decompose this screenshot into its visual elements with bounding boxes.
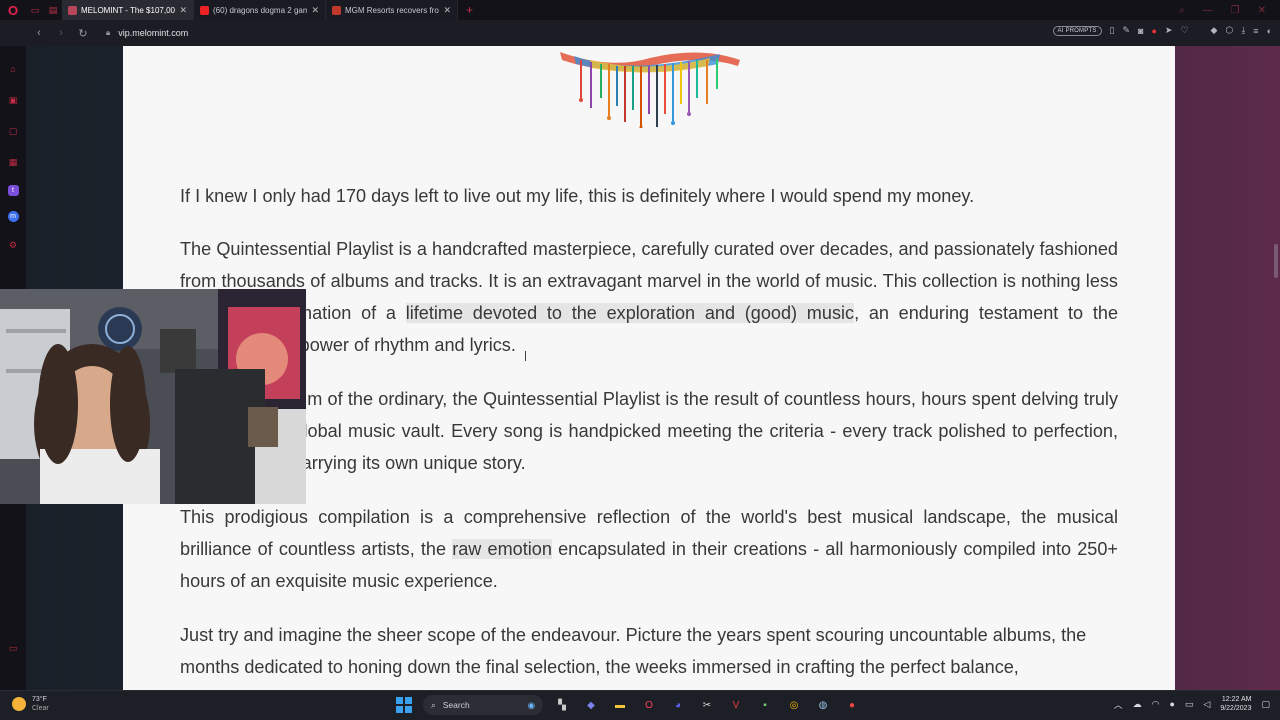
tab-youtube[interactable]: (60) dragons dogma 2 gam ✕	[194, 0, 326, 20]
scrollbar-thumb[interactable]	[1274, 244, 1278, 278]
paragraph-playlist: The Quintessential Playlist is a handcra…	[180, 239, 1119, 355]
chevron-up-icon[interactable]: ︿	[1114, 698, 1123, 711]
lock-icon: 🔒︎	[106, 28, 111, 37]
reader-icon[interactable]: ▯	[1110, 25, 1115, 36]
chat-icon[interactable]: ▢	[5, 123, 21, 139]
extensions-icon[interactable]: ⬡	[1225, 25, 1233, 36]
windows-taskbar: 73°F Clear ⌕ Search ◉ ▚ ◆ ▬ O ◕ ✂ V ▪ ◎ …	[0, 690, 1280, 720]
opera-gx-icon[interactable]: O	[639, 695, 659, 715]
tab-menu-icon[interactable]: ▤	[44, 0, 62, 20]
weather-moon-icon	[12, 697, 26, 711]
minimize-icon[interactable]: —	[1203, 5, 1213, 16]
settings-icon[interactable]: ⚙	[5, 237, 21, 253]
reload-icon[interactable]: ↻	[72, 27, 94, 40]
volume-icon[interactable]: ◁	[1203, 699, 1210, 710]
calendar-icon[interactable]: ▦	[5, 154, 21, 170]
vivaldi-icon[interactable]: V	[726, 695, 746, 715]
wifi-icon[interactable]: ◠	[1152, 699, 1160, 710]
cloud-icon[interactable]: ☁	[1133, 699, 1142, 710]
steam-icon[interactable]: ◍	[813, 695, 833, 715]
news-favicon-icon	[332, 5, 341, 15]
forward-icon[interactable]: ›	[50, 27, 72, 39]
discord-icon[interactable]: ◕	[668, 695, 688, 715]
highlighted-text: raw emotion	[452, 539, 552, 559]
search-tabs-icon[interactable]: ⌕	[1179, 5, 1185, 16]
new-tab-button[interactable]: +	[458, 3, 481, 17]
taskbar-search[interactable]: ⌕ Search ◉	[423, 695, 543, 715]
close-window-icon[interactable]: ✕	[1258, 5, 1266, 16]
task-view-icon[interactable]: ▚	[552, 695, 572, 715]
streamer-video-frame	[0, 289, 306, 504]
menu-icon[interactable]: ≡	[1253, 26, 1258, 36]
clock[interactable]: 12:22 AM 9/22/2023	[1220, 695, 1251, 713]
system-tray: ︿ ☁ ◠ ● ▭ ◁ 12:22 AM 9/22/2023 ▢	[1114, 695, 1270, 713]
text-cursor	[525, 351, 526, 361]
tab-melomint[interactable]: MELOMINT - The $107,000 ✕	[62, 0, 194, 20]
paragraph-compilation: This prodigious compilation is a compreh…	[180, 507, 1118, 591]
back-icon[interactable]: ‹	[28, 27, 50, 39]
tab-strip: O ▭ ▤ MELOMINT - The $107,000 ✕ (60) dra…	[0, 0, 1280, 20]
close-tab-icon[interactable]: ✕	[179, 5, 187, 16]
webcam-overlay	[0, 289, 306, 504]
vpn-icon[interactable]: ◆	[1211, 25, 1218, 36]
snapshot-icon[interactable]: ◙	[1138, 26, 1143, 36]
download-icon[interactable]: ⤓	[1241, 25, 1245, 36]
browser-window: O ▭ ▤ MELOMINT - The $107,000 ✕ (60) dra…	[0, 0, 1280, 690]
chat-app-icon[interactable]: ◆	[581, 695, 601, 715]
obs-icon[interactable]: ●	[842, 695, 862, 715]
edit-icon[interactable]: ✎	[1122, 25, 1130, 36]
snipping-tool-icon[interactable]: ✂	[697, 695, 717, 715]
weather-temp: 73°F	[32, 696, 47, 703]
workspaces-icon[interactable]: ▭	[26, 0, 44, 20]
start-button[interactable]	[394, 695, 414, 715]
close-tab-icon[interactable]: ✕	[443, 5, 451, 16]
youtube-favicon-icon	[200, 5, 209, 15]
restore-icon[interactable]: ❐	[1231, 5, 1240, 16]
send-icon[interactable]: ➤	[1165, 25, 1173, 36]
account-icon[interactable]: ◐	[1267, 26, 1272, 36]
opera-logo-icon[interactable]: O	[0, 0, 26, 20]
record-icon[interactable]: ●	[1151, 26, 1156, 36]
file-explorer-icon[interactable]: ▬	[610, 695, 630, 715]
network-icon[interactable]: ▭	[1185, 699, 1194, 710]
messenger-icon[interactable]: m	[7, 211, 19, 222]
highlighted-text: lifetime devoted to the exploration and …	[405, 303, 855, 323]
window-controls: ⌕ — ❐ ✕	[1179, 5, 1280, 16]
twitch-icon[interactable]: t	[7, 185, 19, 196]
toolbar-actions: AI PROMPTS ▯ ✎ ◙ ● ➤ ♡ ◆ ⬡ ⤓ ≡ ◐	[1052, 25, 1272, 36]
bag-icon[interactable]: ▣	[5, 92, 21, 108]
taskbar-apps: ⌕ Search ◉ ▚ ◆ ▬ O ◕ ✂ V ▪ ◎ ◍ ●	[394, 695, 862, 715]
paint-drip-illustration	[560, 52, 740, 128]
weather-condition: Clear	[32, 705, 49, 712]
terminal-icon[interactable]: ▪	[755, 695, 775, 715]
ai-prompts-button[interactable]: AI PROMPTS	[1052, 25, 1102, 36]
paragraph-intro: If I knew I only had 170 days left to li…	[180, 186, 975, 206]
bing-icon: ◉	[527, 699, 535, 710]
melomint-favicon-icon	[68, 5, 77, 15]
history-icon[interactable]: ▭	[5, 640, 21, 656]
chrome-icon[interactable]: ◎	[784, 695, 804, 715]
microphone-icon[interactable]: ●	[1169, 699, 1174, 709]
close-tab-icon[interactable]: ✕	[311, 5, 319, 16]
url-text[interactable]: vip.melomint.com	[118, 28, 188, 38]
paragraph-beyond: Beyond the realm of the ordinary, the Qu…	[180, 389, 1118, 473]
tab-mgm[interactable]: MGM Resorts recovers fro ✕	[326, 0, 458, 20]
scrollbar[interactable]	[1272, 46, 1280, 690]
notification-icon[interactable]: ▢	[1261, 699, 1270, 710]
weather-widget[interactable]: 73°F Clear	[12, 695, 49, 713]
home-icon[interactable]: ⌂	[5, 61, 21, 77]
url-bar[interactable]: 🔒︎ vip.melomint.com	[106, 25, 406, 41]
search-icon: ⌕	[431, 699, 436, 710]
paragraph-scope: Just try and imagine the sheer scope of …	[180, 625, 1087, 677]
address-toolbar: ‹ › ↻ 🔒︎ vip.melomint.com AI PROMPTS ▯ ✎…	[0, 20, 1280, 46]
heart-icon[interactable]: ♡	[1180, 25, 1188, 36]
